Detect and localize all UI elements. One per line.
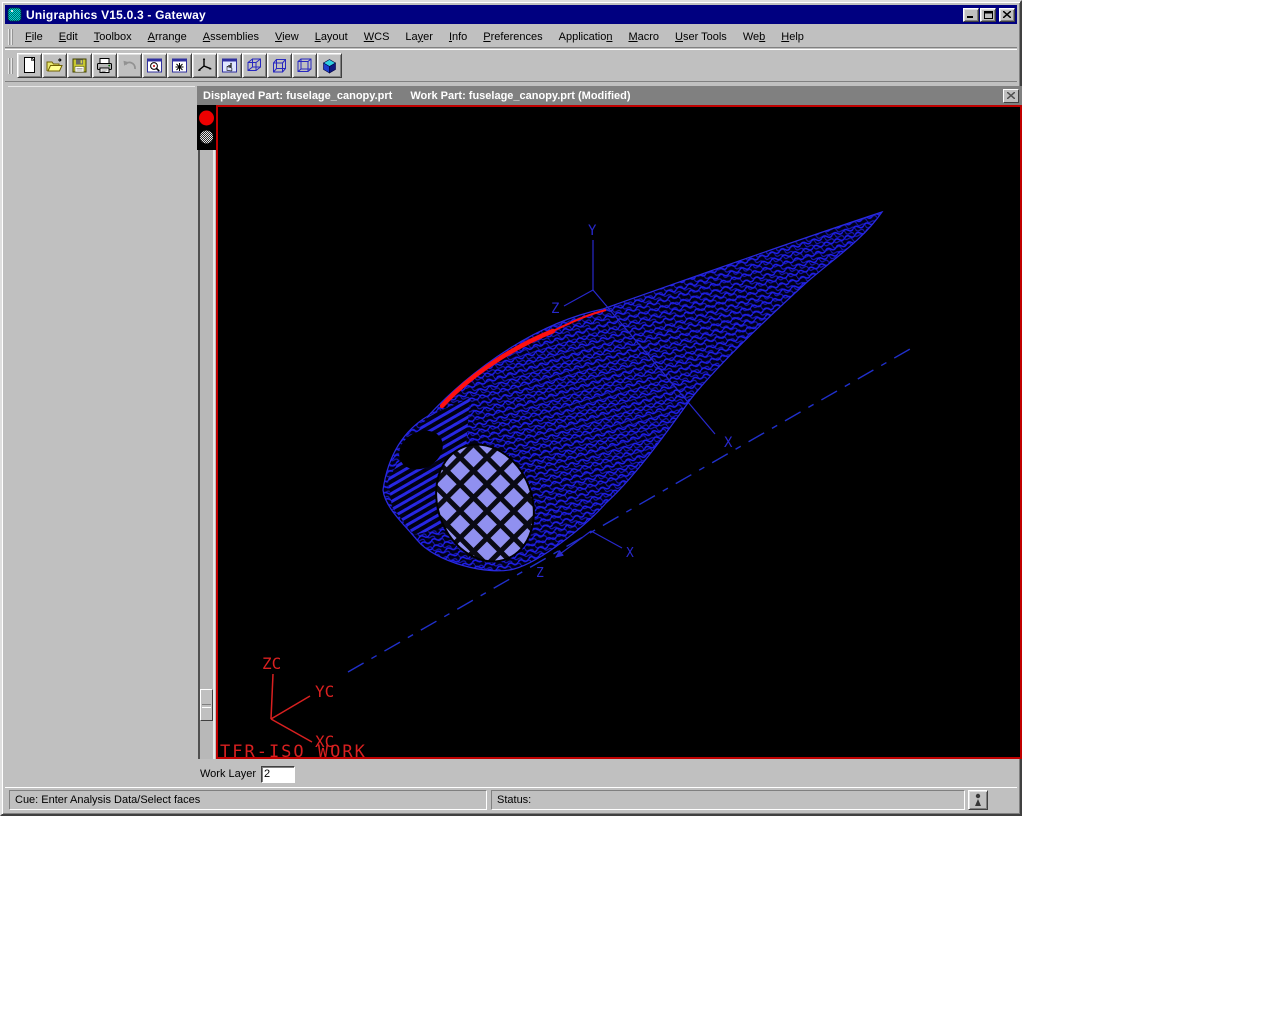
menu-item-layer[interactable]: Layer — [397, 28, 441, 46]
menu-item-info[interactable]: Info — [441, 28, 475, 46]
orient-csys-button[interactable] — [192, 53, 217, 78]
scene-svg: Y Z X X Z ZC — [218, 107, 1020, 757]
cue-panel: Cue: Enter Analysis Data/Select faces — [9, 790, 487, 810]
double-cube-icon — [245, 56, 264, 75]
work-layer-row: Work Layer — [200, 764, 295, 784]
left-panel — [8, 86, 195, 786]
csys-axes-icon — [195, 56, 214, 75]
wcs-triad — [271, 674, 312, 742]
save-part-button[interactable] — [67, 53, 92, 78]
new-part-button[interactable] — [17, 53, 42, 78]
displayed-part-label: Displayed Part: fuselage_canopy.prt — [203, 90, 392, 102]
menu-item-toolbox[interactable]: Toolbox — [86, 28, 140, 46]
status-bar: Cue: Enter Analysis Data/Select faces St… — [5, 787, 1017, 811]
open-part-button[interactable] — [42, 53, 67, 78]
graphics-viewport[interactable]: Y Z X X Z ZC — [216, 105, 1022, 759]
lower-x-label: X — [626, 546, 634, 561]
graphics-window: Displayed Part: fuselage_canopy.prt Work… — [197, 86, 1022, 759]
status-panel: Status: — [491, 790, 965, 810]
layer-cube-button[interactable] — [242, 53, 267, 78]
status-info-button[interactable] — [968, 790, 988, 810]
zoom-view-button[interactable] — [142, 53, 167, 78]
stop-light-icon[interactable] — [199, 111, 214, 126]
svg-text:☝: ☝ — [226, 61, 233, 74]
new-document-icon — [20, 56, 39, 75]
cue-text: Cue: Enter Analysis Data/Select faces — [15, 794, 200, 806]
maximize-button[interactable] — [980, 8, 996, 22]
axis-z-label: Z — [551, 301, 559, 317]
info-figure-icon — [972, 793, 984, 807]
menu-item-help[interactable]: Help — [773, 28, 812, 46]
unigraphics-window: Unigraphics V15.0.3 - Gateway FileEditTo… — [0, 0, 1022, 816]
menu-item-user-tools[interactable]: User Tools — [667, 28, 735, 46]
stop-lightbox[interactable] — [197, 105, 216, 150]
wcs-yc-label: YC — [315, 682, 334, 701]
zoom-window-icon — [145, 56, 164, 75]
minimize-button[interactable] — [963, 8, 979, 22]
view-caption: TFR-ISO WORK — [220, 742, 367, 757]
graphics-titlebar[interactable]: Displayed Part: fuselage_canopy.prt Work… — [197, 86, 1022, 105]
hand-window-icon: ☝ — [220, 56, 239, 75]
menubar: FileEditToolboxArrangeAssembliesViewLayo… — [5, 26, 1017, 48]
close-button[interactable] — [999, 8, 1015, 22]
menu-item-view[interactable]: View — [267, 28, 307, 46]
fit-window-icon — [170, 56, 189, 75]
open-folder-icon — [45, 56, 64, 75]
wire-cube-icon — [270, 56, 289, 75]
axis-y-label: Y — [588, 223, 597, 239]
fit-view-button[interactable] — [167, 53, 192, 78]
dither-light-icon[interactable] — [200, 131, 213, 144]
status-text: Status: — [497, 794, 531, 806]
axis-x-label: X — [724, 435, 733, 451]
menu-item-application[interactable]: Application — [551, 28, 621, 46]
menubar-grip-icon[interactable] — [8, 29, 13, 45]
undo-button[interactable] — [117, 53, 142, 78]
select-hand-button[interactable]: ☝ — [217, 53, 242, 78]
toolbar-grip-icon[interactable] — [8, 58, 13, 74]
app-icon — [7, 7, 22, 22]
menu-item-web[interactable]: Web — [735, 28, 773, 46]
work-layer-input[interactable] — [261, 766, 295, 783]
menu-item-arrange[interactable]: Arrange — [140, 28, 195, 46]
window-title: Unigraphics V15.0.3 - Gateway — [26, 8, 962, 22]
menu-item-file[interactable]: File — [17, 28, 51, 46]
shaded-view-button[interactable] — [317, 53, 342, 78]
cube-view-front-button[interactable] — [267, 53, 292, 78]
menu-item-layout[interactable]: Layout — [307, 28, 356, 46]
print-button[interactable] — [92, 53, 117, 78]
graphics-close-button[interactable] — [1003, 89, 1019, 103]
scrollbar-thumb[interactable] — [200, 689, 213, 721]
printer-icon — [95, 56, 114, 75]
interrupt-strip — [197, 105, 216, 759]
lower-z-label: Z — [536, 566, 544, 581]
work-layer-label: Work Layer — [200, 768, 256, 780]
cube-view-side-button[interactable] — [292, 53, 317, 78]
wire-cube2-icon — [295, 56, 314, 75]
work-part-label: Work Part: fuselage_canopy.prt (Modified… — [410, 90, 630, 102]
menu-item-preferences[interactable]: Preferences — [475, 28, 550, 46]
menu-item-wcs[interactable]: WCS — [356, 28, 398, 46]
shaded-cube-icon — [320, 56, 339, 75]
window-titlebar[interactable]: Unigraphics V15.0.3 - Gateway — [5, 5, 1017, 24]
view-scrollbar[interactable] — [198, 150, 215, 759]
menu-item-assemblies[interactable]: Assemblies — [195, 28, 267, 46]
wcs-zc-label: ZC — [262, 654, 281, 673]
toolbar: ☝ — [5, 49, 1017, 82]
undo-arrow-icon — [120, 56, 139, 75]
menu-item-macro[interactable]: Macro — [620, 28, 667, 46]
save-floppy-icon — [70, 56, 89, 75]
menu-item-edit[interactable]: Edit — [51, 28, 86, 46]
